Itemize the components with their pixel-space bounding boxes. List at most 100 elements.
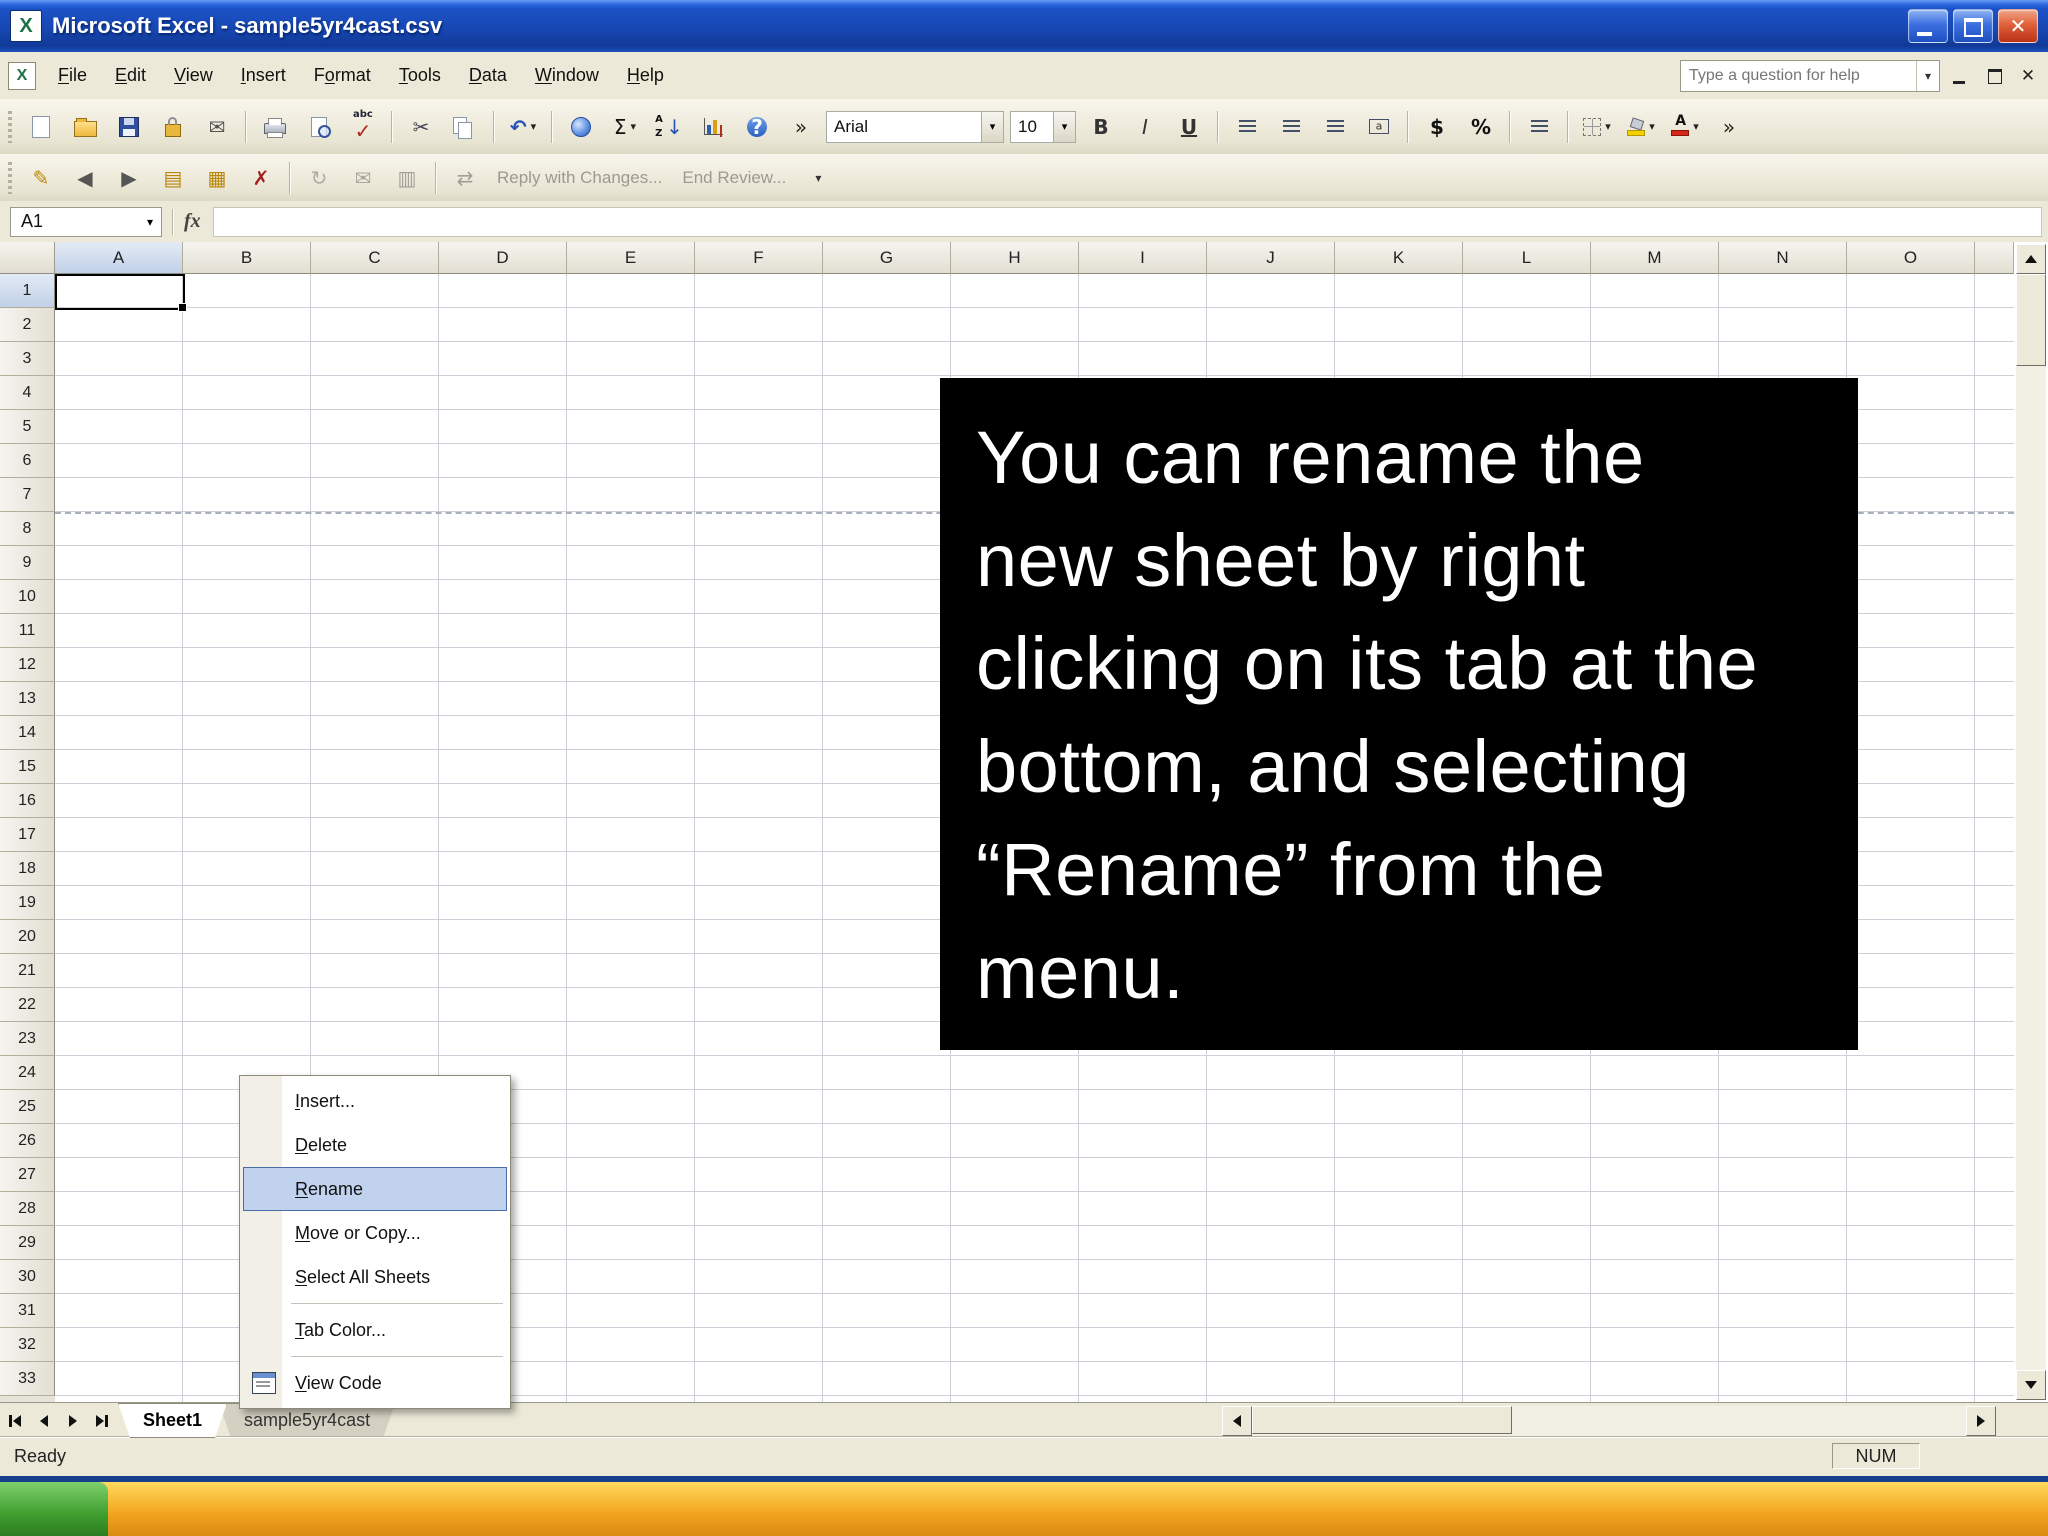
increase-indent-button[interactable] <box>1518 108 1560 146</box>
column-header-o[interactable]: O <box>1847 242 1975 274</box>
menu-file[interactable]: File <box>44 57 101 94</box>
column-header-partial[interactable] <box>1975 242 2014 274</box>
menu-window[interactable]: Window <box>521 57 613 94</box>
menu-edit[interactable]: Edit <box>101 57 160 94</box>
vertical-scroll-thumb[interactable] <box>2016 274 2046 366</box>
show-all-comments-button[interactable]: ▦ <box>196 159 238 197</box>
column-header-b[interactable]: B <box>183 242 311 274</box>
column-header-n[interactable]: N <box>1719 242 1847 274</box>
font-name-dropdown-icon[interactable]: ▾ <box>981 111 1003 142</box>
row-header-24[interactable]: 24 <box>0 1056 55 1090</box>
end-review-label[interactable]: End Review... <box>682 168 786 188</box>
restore-button[interactable] <box>1953 9 1993 43</box>
vertical-scrollbar[interactable] <box>2016 244 2046 1400</box>
spelling-button[interactable]: ✓ <box>342 108 384 146</box>
row-header-10[interactable]: 10 <box>0 580 55 614</box>
row-header-21[interactable]: 21 <box>0 954 55 988</box>
row-header-11[interactable]: 11 <box>0 614 55 648</box>
show-comment-button[interactable]: ▤ <box>152 159 194 197</box>
close-button[interactable]: ✕ <box>1998 9 2038 43</box>
chart-wizard-button[interactable] <box>692 108 734 146</box>
menu-view[interactable]: View <box>160 57 227 94</box>
toolbar-drag-handle[interactable] <box>8 110 12 143</box>
row-header-14[interactable]: 14 <box>0 716 55 750</box>
row-header-33[interactable]: 33 <box>0 1362 55 1396</box>
column-header-g[interactable]: G <box>823 242 951 274</box>
underline-button[interactable]: U <box>1168 108 1210 146</box>
copy-button[interactable] <box>444 108 486 146</box>
row-header-28[interactable]: 28 <box>0 1192 55 1226</box>
context-menu-item-delete[interactable]: Delete <box>243 1123 507 1167</box>
horizontal-scroll-thumb[interactable] <box>1252 1406 1512 1434</box>
font-size-combo[interactable]: 10 ▾ <box>1010 110 1076 143</box>
print-button[interactable] <box>254 108 296 146</box>
toolbar-options-button[interactable]: ▾ <box>797 159 839 197</box>
taskbar-band[interactable] <box>0 1482 2048 1536</box>
name-box-dropdown-icon[interactable]: ▾ <box>139 208 161 236</box>
row-header-31[interactable]: 31 <box>0 1294 55 1328</box>
row-header-30[interactable]: 30 <box>0 1260 55 1294</box>
column-header-d[interactable]: D <box>439 242 567 274</box>
row-header-22[interactable]: 22 <box>0 988 55 1022</box>
previous-comment-button[interactable]: ◀ <box>64 159 106 197</box>
reply-with-changes-label[interactable]: Reply with Changes... <box>497 168 662 188</box>
row-header-23[interactable]: 23 <box>0 1022 55 1056</box>
context-menu-item-tab-color[interactable]: Tab Color... <box>243 1308 507 1352</box>
menu-insert[interactable]: Insert <box>227 57 300 94</box>
column-header-m[interactable]: M <box>1591 242 1719 274</box>
font-name-combo[interactable]: Arial ▾ <box>826 110 1004 143</box>
column-header-l[interactable]: L <box>1463 242 1591 274</box>
borders-dropdown-arrow[interactable]: ▾ <box>1605 120 1611 133</box>
last-sheet-button[interactable] <box>87 1403 116 1438</box>
edit-comment-button[interactable]: ✎ <box>20 159 62 197</box>
new-button[interactable] <box>20 108 62 146</box>
workbook-restore-button[interactable] <box>1980 64 2008 88</box>
font-color-dropdown-arrow[interactable]: ▾ <box>1693 120 1699 133</box>
context-menu-item-move-or-copy[interactable]: Move or Copy... <box>243 1211 507 1255</box>
row-header-8[interactable]: 8 <box>0 512 55 546</box>
scroll-up-button[interactable] <box>2016 244 2046 274</box>
row-header-17[interactable]: 17 <box>0 818 55 852</box>
column-header-h[interactable]: H <box>951 242 1079 274</box>
toolbar-options-button[interactable]: » <box>1708 108 1750 146</box>
row-header-13[interactable]: 13 <box>0 682 55 716</box>
context-menu-item-select-all-sheets[interactable]: Select All Sheets <box>243 1255 507 1299</box>
first-sheet-button[interactable] <box>0 1403 29 1438</box>
row-header-16[interactable]: 16 <box>0 784 55 818</box>
vertical-scroll-track[interactable] <box>2016 274 2046 1370</box>
row-header-5[interactable]: 5 <box>0 410 55 444</box>
menu-format[interactable]: Format <box>300 57 385 94</box>
scroll-left-button[interactable] <box>1222 1406 1252 1436</box>
merge-center-button[interactable] <box>1358 108 1400 146</box>
name-box[interactable]: A1 ▾ <box>10 206 162 237</box>
row-header-18[interactable]: 18 <box>0 852 55 886</box>
horizontal-scroll-track[interactable] <box>1252 1406 1966 1436</box>
row-header-3[interactable]: 3 <box>0 342 55 376</box>
toolbar-drag-handle[interactable] <box>8 161 12 194</box>
help-dropdown-icon[interactable]: ▾ <box>1916 60 1939 91</box>
sheet-tab-sheet1[interactable]: Sheet1 <box>118 1403 227 1438</box>
cut-button[interactable]: ✂ <box>400 108 442 146</box>
column-header-j[interactable]: J <box>1207 242 1335 274</box>
row-header-12[interactable]: 12 <box>0 648 55 682</box>
autosum-dropdown-arrow[interactable]: ▾ <box>631 120 637 133</box>
insert-function-button[interactable]: fx <box>184 210 201 233</box>
row-header-9[interactable]: 9 <box>0 546 55 580</box>
column-header-f[interactable]: F <box>695 242 823 274</box>
bold-button[interactable]: B <box>1080 108 1122 146</box>
horizontal-scrollbar[interactable] <box>1222 1406 1996 1436</box>
save-button[interactable] <box>108 108 150 146</box>
row-header-1[interactable]: 1 <box>0 274 55 308</box>
scroll-right-button[interactable] <box>1966 1406 1996 1436</box>
borders-button[interactable]: ▾ <box>1576 108 1618 146</box>
next-comment-button[interactable]: ▶ <box>108 159 150 197</box>
align-left-button[interactable] <box>1226 108 1268 146</box>
row-header-27[interactable]: 27 <box>0 1158 55 1192</box>
align-center-button[interactable] <box>1270 108 1312 146</box>
font-size-dropdown-icon[interactable]: ▾ <box>1053 111 1075 142</box>
fill-color-dropdown-arrow[interactable]: ▾ <box>1649 120 1655 133</box>
row-header-2[interactable]: 2 <box>0 308 55 342</box>
row-header-7[interactable]: 7 <box>0 478 55 512</box>
row-header-25[interactable]: 25 <box>0 1090 55 1124</box>
italic-button[interactable]: I <box>1124 108 1166 146</box>
